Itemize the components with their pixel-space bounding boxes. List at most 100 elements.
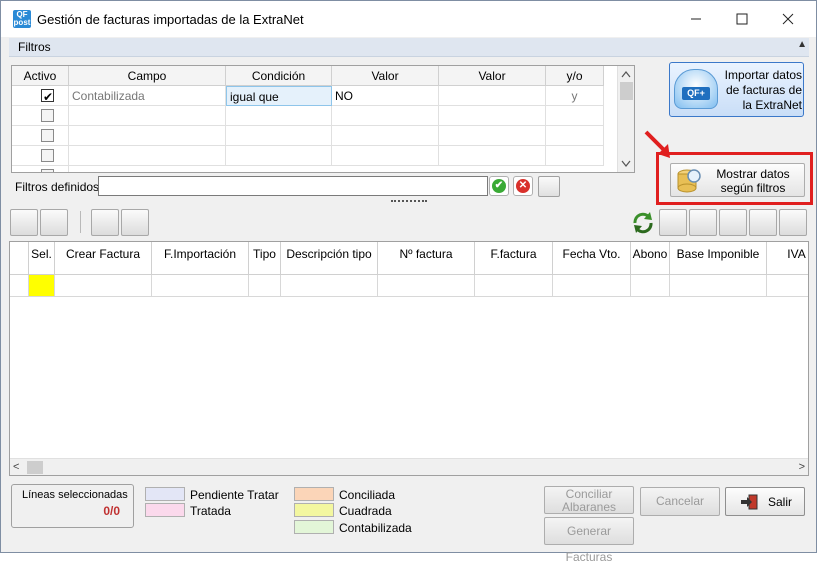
scroll-right-icon[interactable]: > [799, 459, 805, 475]
panel-splitter[interactable] [391, 200, 427, 204]
filter-yo-cell[interactable] [546, 126, 604, 146]
legend-pendiente: Pendiente Tratar [190, 488, 279, 502]
grid-cell[interactable] [475, 275, 553, 297]
col-descripcion-tipo[interactable]: Descripción tipo [281, 242, 378, 275]
filter-yo-cell[interactable] [546, 146, 604, 166]
toolbar-button-2[interactable] [40, 209, 68, 236]
activo-checkbox[interactable] [41, 149, 54, 162]
filter-grid-scrollbar[interactable] [617, 66, 634, 172]
accept-filter-button[interactable]: ✔ [489, 176, 509, 196]
legend-contabilizada: Contabilizada [339, 521, 412, 535]
grid-cell[interactable] [670, 275, 767, 297]
filter-yo-cell[interactable]: y [546, 86, 604, 106]
filter-grid[interactable]: Activo Campo Condición Valor Valor y/o C… [11, 65, 635, 173]
scroll-left-icon[interactable]: < [13, 459, 19, 475]
filter-valor-cell[interactable] [332, 126, 439, 146]
filtros-definidos-input[interactable] [98, 176, 488, 196]
conciliar-albaranes-button[interactable]: Conciliar Albaranes [544, 486, 634, 514]
filtros-header[interactable]: Filtros ▲ [9, 38, 809, 57]
filter-col-activo[interactable]: Activo [12, 66, 69, 86]
filter-valor2-cell[interactable] [439, 126, 546, 146]
import-extranet-button[interactable]: QF+ Importar datos de facturas de la Ext… [669, 62, 804, 117]
grid-cell[interactable] [55, 275, 152, 297]
toolbar-button-9[interactable] [779, 209, 807, 236]
check-icon: ✔ [492, 179, 506, 193]
legend-conciliada: Conciliada [339, 488, 396, 502]
filter-row-activo [12, 146, 69, 166]
filter-options-button[interactable] [538, 176, 560, 197]
filter-condicion-cell[interactable] [226, 146, 332, 166]
toolbar-separator [80, 211, 81, 233]
col-abono[interactable]: Abono [631, 242, 670, 275]
activo-checkbox[interactable] [41, 87, 54, 105]
legend-swatch-conciliada [294, 487, 334, 501]
filter-col-valor[interactable]: Valor [332, 66, 439, 86]
filter-row-activo [12, 106, 69, 126]
show-button-label: Mostrar datos según filtros [716, 167, 790, 195]
filter-valor-cell[interactable] [332, 146, 439, 166]
salir-label: Salir [768, 495, 793, 509]
filter-valor2-cell[interactable] [439, 146, 546, 166]
filter-condicion-cell[interactable]: igual que [226, 86, 332, 106]
cancel-icon: ✕ [516, 179, 530, 193]
toolbar-button-4[interactable] [121, 209, 149, 236]
activo-checkbox[interactable] [41, 109, 54, 122]
col-f-factura[interactable]: F.factura [475, 242, 553, 275]
col-tipo[interactable]: Tipo [249, 242, 281, 275]
col-base-imponible[interactable]: Base Imponible [670, 242, 767, 275]
grid-cell[interactable] [378, 275, 475, 297]
filter-campo-cell[interactable] [69, 106, 226, 126]
filter-row-activo [12, 126, 69, 146]
col-fecha-vto[interactable]: Fecha Vto. [553, 242, 631, 275]
salir-button[interactable]: Salir [725, 487, 805, 516]
activo-checkbox[interactable] [41, 129, 54, 142]
grid-horizontal-scrollbar[interactable]: < > [10, 458, 808, 475]
show-data-button[interactable]: Mostrar datos según filtros [670, 163, 805, 197]
cancelar-button[interactable]: Cancelar [640, 487, 720, 516]
toolbar-button-3[interactable] [91, 209, 119, 236]
filter-col-campo[interactable]: Campo [69, 66, 226, 86]
row-indicator[interactable] [10, 275, 29, 297]
grid-cell[interactable] [152, 275, 249, 297]
sel-cell[interactable] [29, 275, 55, 297]
scroll-thumb[interactable] [27, 461, 43, 474]
col-crear-factura[interactable]: Crear Factura [55, 242, 152, 275]
toolbar-button-1[interactable] [10, 209, 38, 236]
filter-col-yo[interactable]: y/o [546, 66, 604, 86]
toolbar-button-5[interactable] [659, 209, 687, 236]
delete-filter-button[interactable]: ✕ [513, 176, 533, 196]
minimize-button[interactable] [673, 1, 718, 37]
toolbar-button-6[interactable] [689, 209, 717, 236]
filter-valor2-cell[interactable] [439, 106, 546, 126]
grid-cell[interactable] [249, 275, 281, 297]
filter-col-condicion[interactable]: Condición [226, 66, 332, 86]
maximize-button[interactable] [719, 1, 764, 37]
col-iva[interactable]: IVA [767, 242, 808, 275]
activo-checkbox[interactable] [41, 169, 54, 172]
refresh-icon[interactable] [629, 209, 657, 236]
grid-cell[interactable] [631, 275, 670, 297]
close-icon [782, 13, 793, 25]
toolbar-button-8[interactable] [749, 209, 777, 236]
invoices-grid[interactable]: Sel. Crear Factura F.Importación Tipo De… [9, 241, 809, 476]
grid-cell[interactable] [767, 275, 808, 297]
col-f-importacion[interactable]: F.Importación [152, 242, 249, 275]
filter-campo-cell[interactable] [69, 146, 226, 166]
col-n-factura[interactable]: Nº factura [378, 242, 475, 275]
toolbar-button-7[interactable] [719, 209, 747, 236]
grid-cell[interactable] [281, 275, 378, 297]
filter-condicion-cell[interactable] [226, 106, 332, 126]
collapse-up-icon[interactable]: ▲ [797, 39, 807, 50]
filter-condicion-cell[interactable] [226, 126, 332, 146]
grid-cell[interactable] [553, 275, 631, 297]
filter-valor-cell[interactable] [332, 106, 439, 126]
filter-yo-cell[interactable] [546, 106, 604, 126]
filter-col-valor-2[interactable]: Valor [439, 66, 546, 86]
filter-campo-cell[interactable]: Contabilizada [69, 86, 226, 106]
filter-valor-cell[interactable]: NO [332, 86, 439, 106]
filter-campo-cell[interactable] [69, 126, 226, 146]
filter-valor2-cell[interactable] [439, 86, 546, 106]
generar-facturas-button[interactable]: Generar Facturas [544, 517, 634, 564]
col-sel[interactable]: Sel. [29, 242, 55, 275]
close-button[interactable] [765, 1, 810, 37]
